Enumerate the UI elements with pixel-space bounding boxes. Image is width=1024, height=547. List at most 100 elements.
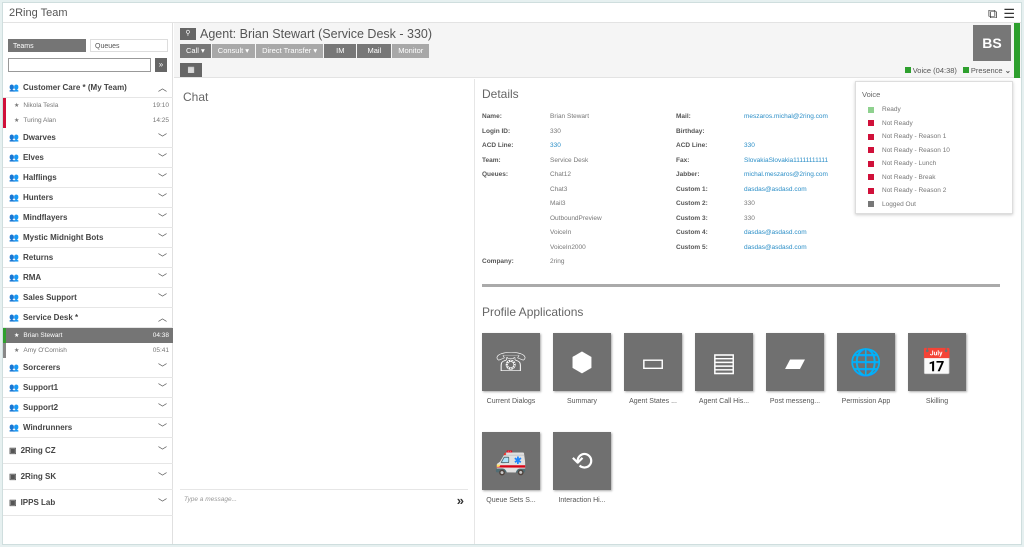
chevron-down-icon[interactable]: ﹀ <box>158 421 167 434</box>
grid-icon[interactable]: ▦ <box>180 63 202 77</box>
team-group[interactable]: 👥 Support1 ﹀ <box>3 378 173 398</box>
chevron-down-icon[interactable]: ﹀ <box>158 361 167 374</box>
detail-row: Custom 5: dasdas@asdasd.com <box>676 244 828 259</box>
team-group[interactable]: 👥 Sales Support ﹀ <box>3 288 173 308</box>
chevron-down-icon[interactable]: ﹀ <box>158 211 167 224</box>
app-tile-icon[interactable]: 🚑 <box>482 432 540 490</box>
detail-value[interactable]: 330 <box>744 142 755 157</box>
team-member[interactable]: ★ Nikola Tesla 19:10 <box>3 98 173 113</box>
call-button[interactable]: Call ▾ <box>180 44 211 58</box>
team-member[interactable]: ★ Brian Stewart 04:38 <box>3 328 173 343</box>
app-tile-icon[interactable]: ▭ <box>624 333 682 391</box>
presence-option[interactable]: Not Ready <box>862 117 1006 131</box>
search-input[interactable] <box>8 58 151 72</box>
team-group[interactable]: 👥 Windrunners ﹀ <box>3 418 173 438</box>
presence-option[interactable]: Not Ready - Reason 2 <box>862 184 1006 198</box>
im-button[interactable]: IM <box>324 44 357 58</box>
app-tile-icon[interactable]: ▰ <box>766 333 824 391</box>
team-member[interactable]: ★ Turing Alan 14:25 <box>3 113 173 128</box>
chevron-down-icon[interactable]: ﹀ <box>158 291 167 304</box>
chevron-down-icon[interactable]: ﹀ <box>158 271 167 284</box>
app-tile-icon[interactable]: ☏ <box>482 333 540 391</box>
chevron-up-icon[interactable]: ︿ <box>158 311 167 324</box>
detail-value[interactable]: meszaros.michal@2ring.com <box>744 113 828 128</box>
team-group[interactable]: 👥 Hunters ﹀ <box>3 188 173 208</box>
chevron-down-icon[interactable]: ﹀ <box>158 251 167 264</box>
detail-value[interactable]: dasdas@asdasd.com <box>744 244 807 259</box>
team-group[interactable]: 👥 Service Desk * ︿ <box>3 308 173 328</box>
menu-icon[interactable]: ☰ <box>1003 6 1015 22</box>
app-tile-icon[interactable]: ⬢ <box>553 333 611 391</box>
team-group[interactable]: 👥 Dwarves ﹀ <box>3 128 173 148</box>
profile-app[interactable]: ▰ Post messeng... <box>766 333 824 405</box>
team-icon: 👥 <box>9 313 19 322</box>
team-group[interactable]: 👥 RMA ﹀ <box>3 268 173 288</box>
direct-transfer-button[interactable]: Direct Transfer ▾ <box>256 44 324 58</box>
presence-option[interactable]: Not Ready - Break <box>862 171 1006 185</box>
team-group[interactable]: 👥 Mystic Midnight Bots ﹀ <box>3 228 173 248</box>
team-group[interactable]: ▣ 2Ring SK ﹀ <box>3 464 173 490</box>
profile-app[interactable]: ⟲ Interaction Hi... <box>553 432 611 504</box>
detail-value[interactable]: SlovakiaSlovakia11111111111 <box>744 157 828 172</box>
chevron-down-icon[interactable]: ﹀ <box>158 151 167 164</box>
chevron-down-icon[interactable]: ﹀ <box>158 381 167 394</box>
presence-option[interactable]: Not Ready - Reason 1 <box>862 130 1006 144</box>
app-tile-icon[interactable]: ⟲ <box>553 432 611 490</box>
monitor-button[interactable]: Monitor <box>392 44 430 58</box>
tab-teams[interactable]: Teams <box>8 39 86 52</box>
profile-app[interactable]: ⬢ Summary <box>553 333 611 405</box>
presence-dropdown[interactable]: Presence ⌄ <box>962 66 1011 75</box>
team-group[interactable]: 👥 Halflings ﹀ <box>3 168 173 188</box>
presence-option[interactable]: Not Ready - Lunch <box>862 157 1006 171</box>
team-group[interactable]: ▣ IPPS Lab ﹀ <box>3 490 173 516</box>
chevron-down-icon[interactable]: ﹀ <box>158 401 167 414</box>
detail-label: Name: <box>482 113 502 120</box>
team-group[interactable]: 👥 Mindflayers ﹀ <box>3 208 173 228</box>
app-tile-icon[interactable]: ▤ <box>695 333 753 391</box>
avatar[interactable]: BS <box>973 25 1011 61</box>
profile-app[interactable]: ☏ Current Dialogs <box>482 333 540 405</box>
chevron-down-icon[interactable]: ﹀ <box>158 131 167 144</box>
team-group[interactable]: 👥 Sorcerers ﹀ <box>3 358 173 378</box>
send-icon[interactable]: » <box>457 493 464 508</box>
detail-value[interactable]: dasdas@asdasd.com <box>744 186 807 201</box>
chevron-down-icon[interactable]: ﹀ <box>158 191 167 204</box>
app-tile-icon[interactable]: 📅 <box>908 333 966 391</box>
consult-button[interactable]: Consult ▾ <box>211 44 256 58</box>
presence-option[interactable]: Not Ready - Reason 10 <box>862 144 1006 158</box>
chevron-down-icon[interactable]: ﹀ <box>158 444 167 457</box>
team-icon: 👥 <box>9 213 19 222</box>
details-scrollbar[interactable] <box>482 284 1000 287</box>
chevron-down-icon[interactable]: ﹀ <box>158 496 167 509</box>
expand-all-button[interactable]: » <box>155 58 167 72</box>
popout-icon[interactable]: ⧉ <box>988 6 997 22</box>
profile-app[interactable]: 🌐 Permission App <box>837 333 895 405</box>
presence-option[interactable]: Logged Out <box>862 198 1006 212</box>
team-group[interactable]: ▣ 2Ring CZ ﹀ <box>3 438 173 464</box>
voice-status[interactable]: Voice (04:38) <box>904 66 957 75</box>
chevron-up-icon[interactable]: ︿ <box>158 81 167 94</box>
profile-app[interactable]: ▭ Agent States ... <box>624 333 682 405</box>
team-member[interactable]: ★ Amy O'Cornish 05:41 <box>3 343 173 358</box>
profile-app[interactable]: ▤ Agent Call His... <box>695 333 753 405</box>
chat-message-input[interactable]: Type a message...» <box>180 489 468 509</box>
team-group[interactable]: 👥 Elves ﹀ <box>3 148 173 168</box>
detail-value: 330 <box>744 200 755 207</box>
detail-row: VoiceIn2000 <box>482 244 602 259</box>
chevron-down-icon[interactable]: ﹀ <box>158 470 167 483</box>
chevron-down-icon[interactable]: ﹀ <box>158 171 167 184</box>
detail-value[interactable]: michal.meszaros@2ring.com <box>744 171 828 186</box>
detail-value: Chat3 <box>550 185 568 193</box>
chevron-down-icon[interactable]: ﹀ <box>158 231 167 244</box>
profile-app[interactable]: 📅 Skilling <box>908 333 966 405</box>
app-tile-icon[interactable]: 🌐 <box>837 333 895 391</box>
presence-option[interactable]: Ready <box>862 103 1006 117</box>
detail-value[interactable]: 330 <box>550 142 561 157</box>
mail-button[interactable]: Mail <box>357 44 392 58</box>
team-group[interactable]: 👥 Customer Care * (My Team) ︿ <box>3 78 173 98</box>
detail-value[interactable]: dasdas@asdasd.com <box>744 229 807 244</box>
profile-app[interactable]: 🚑 Queue Sets S... <box>482 432 540 504</box>
team-group[interactable]: 👥 Support2 ﹀ <box>3 398 173 418</box>
tab-queues[interactable]: Queues <box>90 39 168 52</box>
team-group[interactable]: 👥 Returns ﹀ <box>3 248 173 268</box>
